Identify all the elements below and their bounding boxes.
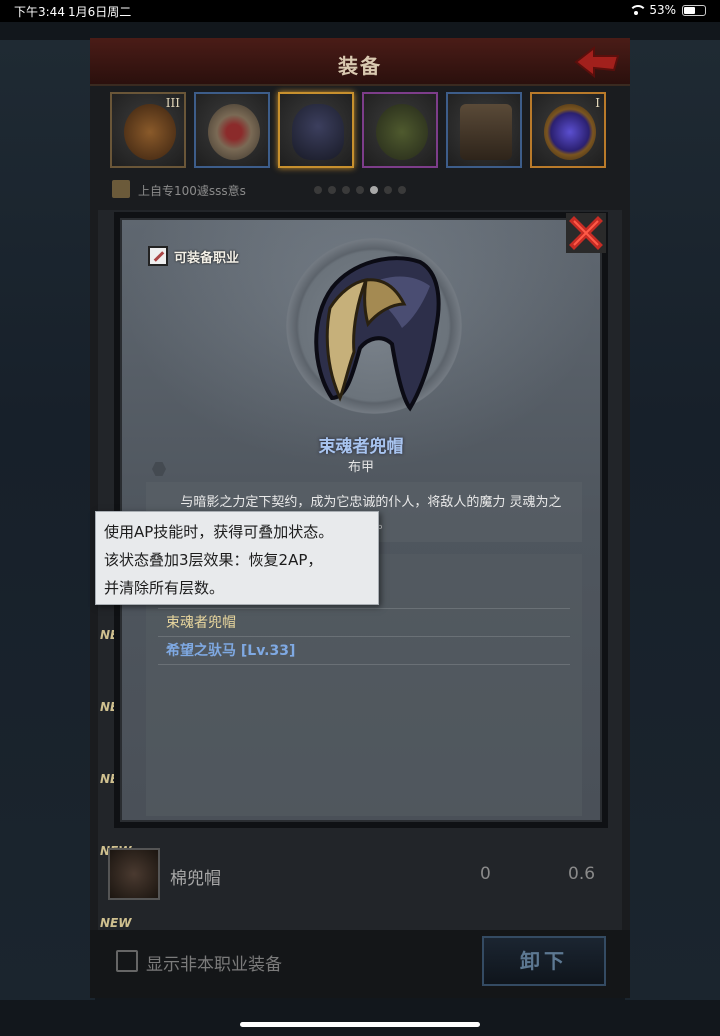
- slot-helmet[interactable]: [278, 92, 354, 168]
- title-bar: 装备: [90, 38, 630, 86]
- hood-helmet-icon: [314, 256, 441, 412]
- show-other-label[interactable]: 显示非本职业装备: [146, 950, 282, 975]
- battery-icon: [682, 4, 706, 16]
- set-line: 希望之驮马 [Lv.33]: [166, 643, 296, 659]
- back-arrow-icon[interactable]: [574, 46, 620, 78]
- new-tag: NEW: [100, 916, 132, 930]
- class-icon: [148, 246, 168, 266]
- divider: [158, 664, 570, 665]
- page-dot[interactable]: [356, 186, 364, 194]
- side-panel-right: [625, 40, 720, 1000]
- owner-row: 上自专100遽sss意s: [110, 180, 610, 202]
- boots-icon: [460, 104, 512, 160]
- item-type: 布甲: [347, 460, 374, 475]
- page-dot[interactable]: [314, 186, 322, 194]
- tooltip-line: 使用AP技能时，获得可叠加状态。: [104, 523, 334, 541]
- bottom-bar: 显示非本职业装备 卸下: [90, 930, 630, 998]
- list-item[interactable]: 棉兜帽 0 0.6: [108, 846, 614, 910]
- shield-icon: [208, 104, 260, 160]
- tooltip-line: 该状态叠加3层效果：恢复2AP，: [104, 551, 323, 569]
- slot-shield[interactable]: [194, 92, 270, 168]
- orb-icon: [544, 104, 596, 160]
- item-name: 棉兜帽: [170, 869, 221, 889]
- item-stat-2: 0.6: [568, 864, 596, 884]
- side-panel-left: [0, 40, 95, 1000]
- battery-level: [684, 6, 695, 14]
- class-label: 可装备职业: [174, 250, 240, 266]
- status-right: 53%: [629, 3, 706, 17]
- armor-icon: [376, 104, 428, 160]
- set-line: 束魂者兜帽: [166, 615, 236, 631]
- slot-weapon[interactable]: III: [110, 92, 186, 168]
- owner-name: 上自专100遽sss意s: [138, 184, 246, 198]
- tooltip-line: 并清除所有层数。: [104, 579, 225, 597]
- status-time: 下午3:44: [14, 5, 65, 19]
- item-title: 束魂者兜帽: [318, 437, 404, 457]
- status-bar: 下午3:44 1月6日周二 53%: [0, 0, 720, 22]
- class-chip[interactable]: 可装备职业: [148, 246, 239, 266]
- page-dot[interactable]: [398, 186, 406, 194]
- page-dot[interactable]: [328, 186, 336, 194]
- battery-percent: 53%: [649, 3, 676, 17]
- page-dot-active[interactable]: [370, 186, 378, 194]
- slot-armor[interactable]: [362, 92, 438, 168]
- page-dot[interactable]: [384, 186, 392, 194]
- weapon-icon: [124, 104, 176, 160]
- status-date: 1月6日周二: [68, 5, 132, 19]
- avatar: [112, 180, 130, 198]
- close-icon[interactable]: [566, 213, 606, 253]
- equipment-slots: III I: [110, 92, 610, 170]
- slot-tier: III: [165, 96, 180, 110]
- page-dots: [314, 186, 406, 194]
- hood-icon: [108, 848, 160, 900]
- skill-tooltip: 使用AP技能时，获得可叠加状态。 该状态叠加3层效果：恢复2AP， 并清除所有层…: [95, 511, 379, 605]
- slot-accessory[interactable]: I: [530, 92, 606, 168]
- page-dot[interactable]: [342, 186, 350, 194]
- wifi-icon: [629, 5, 648, 15]
- page-title: 装备: [338, 54, 382, 78]
- item-stat-1: 0: [480, 864, 491, 884]
- unequip-button[interactable]: 卸下: [482, 936, 606, 986]
- show-other-checkbox[interactable]: [116, 950, 138, 972]
- home-indicator[interactable]: [240, 1022, 480, 1027]
- divider: [158, 608, 570, 609]
- hood-icon: [292, 104, 344, 160]
- slot-tier: I: [595, 96, 600, 110]
- divider: [158, 636, 570, 637]
- slot-boots[interactable]: [446, 92, 522, 168]
